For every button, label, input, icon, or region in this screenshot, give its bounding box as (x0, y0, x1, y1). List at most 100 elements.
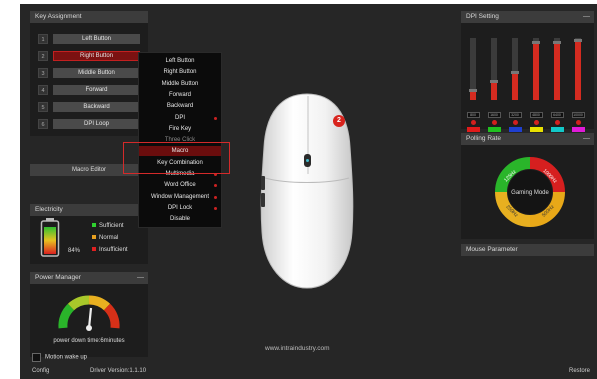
motion-wake-checkbox[interactable] (32, 353, 41, 362)
dpi-level-radio[interactable] (491, 120, 497, 125)
dpi-slider-knob[interactable] (553, 41, 561, 45)
electricity-title: Electricity (30, 204, 148, 216)
legend-normal: Normal (92, 235, 118, 241)
menu-item[interactable]: Fire Key (139, 124, 221, 134)
dpi-slider-fill (512, 72, 518, 100)
dpi-color-swatch[interactable] (508, 127, 522, 132)
power-manager-panel: Power Manager — power down time:6minutes (30, 272, 148, 357)
key-button-middle[interactable]: Middle Button (53, 68, 140, 78)
dpi-slider[interactable] (511, 38, 519, 100)
dpi-slider-knob[interactable] (511, 70, 519, 74)
menu-item[interactable]: Middle Button (139, 79, 221, 89)
power-gauge-icon (58, 295, 120, 331)
driver-version: Driver Version:1.1.10 (90, 368, 147, 374)
battery-percent: 84% (68, 248, 81, 254)
dpi-slider-knob[interactable] (574, 38, 582, 42)
menu-item[interactable]: Word Office (139, 180, 221, 190)
dpi-setting-panel: DPI Setting — 800 1600 3200 4800 6400 10000 (461, 11, 594, 132)
mouse-parameter-panel: Mouse Parameter (461, 244, 594, 256)
polling-rate-title: Polling Rate (461, 133, 594, 145)
submenu-arrow-icon (214, 206, 217, 210)
dpi-value[interactable]: 800 (466, 112, 480, 118)
collapse-icon[interactable]: — (583, 11, 590, 23)
menu-item[interactable]: Left Button (139, 56, 221, 66)
submenu-arrow-icon (214, 116, 217, 120)
key-number: 1 (38, 34, 48, 44)
key-button-dpi-loop[interactable]: DPI Loop (53, 119, 140, 129)
key-assignment-title: Key Assignment (30, 11, 148, 23)
dpi-slider-fill (554, 42, 560, 100)
legend-label: Normal (99, 235, 119, 241)
dpi-color-swatch[interactable] (487, 127, 501, 132)
dpi-slider[interactable] (469, 38, 477, 100)
bottom-bar: Config Driver Version:1.1.10 Restore (20, 366, 597, 379)
dpi-value[interactable]: 4800 (529, 112, 543, 118)
dpi-slider[interactable] (574, 38, 582, 100)
key-number: 5 (38, 102, 48, 112)
dpi-level-radio[interactable] (533, 120, 539, 125)
electricity-panel: Electricity 84% Sufficient Normal Insuff… (30, 204, 148, 264)
motion-wake-label: Motion wake up (45, 354, 88, 361)
legend-sufficient: Sufficient (92, 223, 124, 229)
key-assignment-panel: Key Assignment 1 Left Button 2 Right But… (30, 11, 148, 136)
dpi-slider-fill (575, 40, 581, 100)
submenu-arrow-icon (214, 184, 217, 188)
key-number: 4 (38, 85, 48, 95)
dpi-slider-knob[interactable] (532, 41, 540, 45)
highlight-box (123, 142, 230, 174)
motion-wake-row: Motion wake up (32, 353, 87, 362)
dpi-level-radio[interactable] (554, 120, 560, 125)
key-button-forward[interactable]: Forward (53, 85, 140, 95)
dpi-level-radio[interactable] (512, 120, 518, 125)
dpi-level-radio[interactable] (470, 120, 476, 125)
legend-label: Sufficient (99, 223, 124, 229)
polling-center-label: Gaming Mode (511, 190, 549, 196)
dpi-slider[interactable] (532, 38, 540, 100)
legend-insufficient: Insufficient (92, 247, 128, 253)
menu-item[interactable]: Backward (139, 101, 221, 111)
key-number: 6 (38, 119, 48, 129)
dpi-slider[interactable] (490, 38, 498, 100)
website-link[interactable]: www.intraindustry.com (265, 345, 330, 352)
dpi-color-swatch[interactable] (529, 127, 543, 132)
power-down-text: power down time:6minutes (53, 338, 125, 344)
menu-item[interactable]: Forward (139, 90, 221, 100)
battery-icon (40, 218, 60, 257)
polling-rate-dial[interactable]: Gaming Mode 125Hz 250Hz 500Hz 1000Hz (494, 156, 566, 228)
menu-item[interactable]: Right Button (139, 67, 221, 77)
menu-item[interactable]: Window Management (139, 192, 221, 202)
legend-dot (92, 235, 96, 239)
key-function-menu: Left Button Right Button Middle Button Forw… (138, 52, 222, 228)
menu-item[interactable]: DPI Lock (139, 203, 221, 213)
dpi-color-swatch[interactable] (550, 127, 564, 132)
dpi-color-swatch[interactable] (466, 127, 480, 132)
dpi-value[interactable]: 3200 (508, 112, 522, 118)
collapse-icon[interactable]: — (583, 133, 590, 145)
collapse-icon[interactable]: — (137, 272, 144, 284)
polling-rate-panel: Polling Rate — Gaming Mode 125Hz 250Hz 5… (461, 133, 594, 239)
dpi-value[interactable]: 6400 (550, 112, 564, 118)
key-button-left[interactable]: Left Button (53, 34, 140, 44)
config-button[interactable]: Config (32, 366, 49, 377)
key-number: 2 (38, 51, 48, 61)
key-button-right[interactable]: Right Button (53, 51, 140, 61)
dpi-slider-knob[interactable] (490, 79, 498, 83)
restore-button[interactable]: Restore (569, 366, 590, 377)
submenu-arrow-icon (214, 195, 217, 199)
app-window: Key Assignment 1 Left Button 2 Right But… (20, 4, 597, 379)
key-button-backward[interactable]: Backward (53, 102, 140, 112)
dpi-value[interactable]: 10000 (571, 112, 585, 118)
legend-dot (92, 223, 96, 227)
button-badge: 2 (333, 115, 345, 127)
dpi-value[interactable]: 1600 (487, 112, 501, 118)
dpi-color-swatch[interactable] (571, 127, 585, 132)
menu-item[interactable]: Disable (139, 214, 221, 224)
dpi-setting-title: DPI Setting (461, 11, 594, 23)
key-number: 3 (38, 68, 48, 78)
menu-item[interactable]: DPI (139, 113, 221, 123)
dpi-slider-knob[interactable] (469, 89, 477, 93)
power-manager-title: Power Manager (30, 272, 148, 284)
mouse-image (260, 93, 354, 289)
dpi-level-radio[interactable] (575, 120, 581, 125)
dpi-slider[interactable] (553, 38, 561, 100)
